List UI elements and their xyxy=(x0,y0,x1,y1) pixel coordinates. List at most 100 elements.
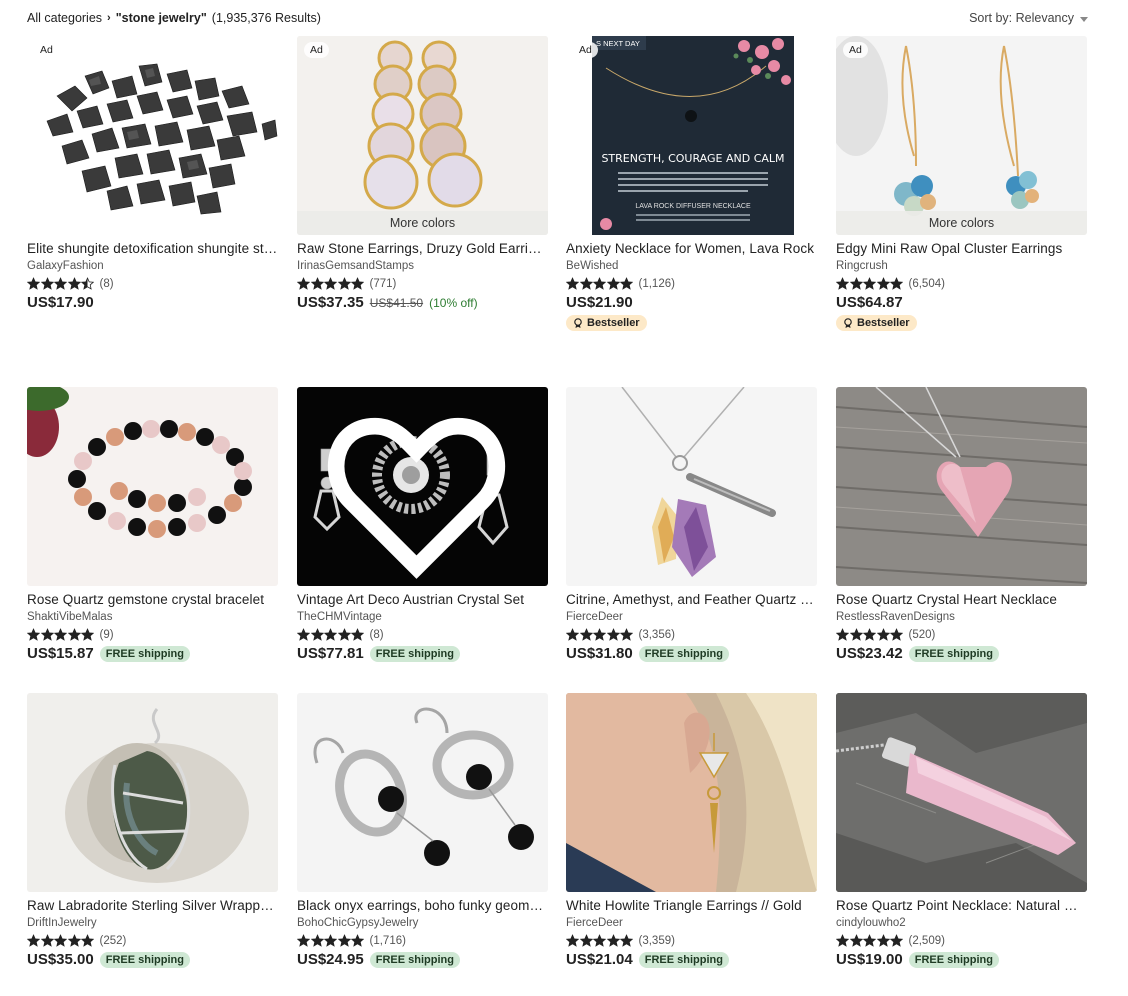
star-icon xyxy=(836,277,849,290)
listing-title[interactable]: Raw Labradorite Sterling Silver Wrapped … xyxy=(27,898,278,913)
star-icon xyxy=(310,934,324,947)
price: US$23.42 xyxy=(836,645,903,662)
onyx-earrings-image xyxy=(297,693,548,892)
review-count: (1,126) xyxy=(638,277,675,290)
listing-card[interactable]: Ad More colors Edgy Mini Raw Opal Cluste… xyxy=(836,36,1087,333)
result-count: (1,935,376 Results) xyxy=(211,11,321,25)
star-icon xyxy=(337,628,351,641)
shop-name[interactable]: cindylouwho2 xyxy=(836,917,1087,929)
favorite-heart-icon[interactable] xyxy=(297,393,542,586)
listing-title[interactable]: Black onyx earrings, boho funky geometri… xyxy=(297,898,548,913)
free-shipping-badge: FREE shipping xyxy=(99,951,190,968)
listing-image-howlite[interactable] xyxy=(566,693,817,892)
bestseller-badge: Bestseller xyxy=(836,315,917,331)
listing-card[interactable]: Black onyx earrings, boho funky geometri… xyxy=(297,693,548,968)
star-icon xyxy=(40,628,54,641)
shop-name[interactable]: BeWished xyxy=(566,260,817,272)
ad-badge: Ad xyxy=(304,42,329,58)
star-icon xyxy=(620,277,633,290)
results-header: All categories › "stone jewelry" (1,935,… xyxy=(27,9,1088,27)
star-icon xyxy=(593,934,606,947)
shop-name[interactable]: TheCHMVintage xyxy=(297,611,548,623)
more-colors-label[interactable]: More colors xyxy=(297,211,548,235)
listing-card[interactable]: Rose Quartz gemstone crystal bracelet Sh… xyxy=(27,387,278,662)
listing-title[interactable]: White Howlite Triangle Earrings // Gold xyxy=(566,898,817,913)
listing-image-quartz-point[interactable] xyxy=(836,693,1087,892)
listing-title[interactable]: Raw Stone Earrings, Druzy Gold Earrings xyxy=(297,241,548,256)
bead-bracelet-image xyxy=(27,387,278,586)
shop-name[interactable]: IrinasGemsandStamps xyxy=(297,260,548,272)
listing-image-shungite[interactable]: Ad xyxy=(27,36,278,235)
free-shipping-badge: FREE shipping xyxy=(99,645,190,662)
star-icon xyxy=(890,277,903,290)
star-icon xyxy=(849,934,863,947)
star-icon xyxy=(606,934,620,947)
listing-title[interactable]: Elite shungite detoxification shungite s… xyxy=(27,241,278,256)
sort-dropdown[interactable]: Sort by: Relevancy xyxy=(969,11,1088,25)
listing-card[interactable]: Vintage Art Deco Austrian Crystal Set Th… xyxy=(297,387,548,662)
shop-name[interactable]: Ringcrush xyxy=(836,260,1087,272)
shop-name[interactable]: RestlessRavenDesigns xyxy=(836,611,1087,623)
listing-image-artdeco[interactable] xyxy=(297,387,548,586)
howlite-earrings-image xyxy=(566,693,817,892)
crystal-feather-necklace-image xyxy=(566,387,817,586)
listing-image-lava[interactable]: S NEXT DAY STRENGTH, COURAGE AND CALM LA… xyxy=(566,36,817,235)
listing-title[interactable]: Vintage Art Deco Austrian Crystal Set xyxy=(297,592,548,607)
listing-title[interactable]: Rose Quartz Crystal Heart Necklace xyxy=(836,592,1087,607)
breadcrumb-all-categories[interactable]: All categories xyxy=(27,11,102,25)
shop-name[interactable]: FierceDeer xyxy=(566,611,817,623)
listing-image-opal[interactable]: Ad More colors xyxy=(836,36,1087,235)
shop-name[interactable]: ShaktiVibeMalas xyxy=(27,611,278,623)
price-row: US$21.90 xyxy=(566,294,817,311)
more-colors-label[interactable]: More colors xyxy=(836,211,1087,235)
listing-image-heart[interactable] xyxy=(836,387,1087,586)
listing-image-onyx[interactable] xyxy=(297,693,548,892)
star-icon xyxy=(337,934,351,947)
labradorite-pendant-image xyxy=(27,693,278,892)
listing-card[interactable]: S NEXT DAY STRENGTH, COURAGE AND CALM LA… xyxy=(566,36,817,333)
listing-card[interactable]: Citrine, Amethyst, and Feather Quartz Ne… xyxy=(566,387,817,662)
star-icon xyxy=(890,628,903,641)
discount-label: (10% off) xyxy=(429,295,478,310)
listing-image-citrine[interactable] xyxy=(566,387,817,586)
listing-card[interactable]: White Howlite Triangle Earrings // Gold … xyxy=(566,693,817,968)
rating: (1,126) xyxy=(566,277,817,290)
listing-title[interactable]: Anxiety Necklace for Women, Lava Rock xyxy=(566,241,817,256)
star-icon xyxy=(40,277,54,290)
price-row: US$19.00 FREE shipping xyxy=(836,951,1087,968)
star-icon xyxy=(81,277,94,290)
listing-image-labradorite[interactable] xyxy=(27,693,278,892)
review-count: (252) xyxy=(99,934,127,947)
listing-card[interactable]: Raw Labradorite Sterling Silver Wrapped … xyxy=(27,693,278,968)
shop-name[interactable]: FierceDeer xyxy=(566,917,817,929)
rating: (6,504) xyxy=(836,277,1087,290)
listing-card[interactable]: Ad More colors Raw Stone Earrings, Druzy… xyxy=(297,36,548,311)
listing-card[interactable]: Rose Quartz Crystal Heart Necklace Restl… xyxy=(836,387,1087,662)
star-icon xyxy=(67,277,81,290)
sort-label: Sort by: Relevancy xyxy=(969,11,1074,25)
listing-card[interactable]: Rose Quartz Point Necklace: Natural Crys… xyxy=(836,693,1087,968)
star-icon xyxy=(54,277,67,290)
rating: (9) xyxy=(27,628,278,641)
star-icon xyxy=(620,628,633,641)
star-icon xyxy=(876,277,890,290)
listing-title[interactable]: Rose Quartz Point Necklace: Natural Crys… xyxy=(836,898,1087,913)
shop-name[interactable]: BohoChicGypsyJewelry xyxy=(297,917,548,929)
star-icon xyxy=(337,277,351,290)
rating: (3,356) xyxy=(566,628,817,641)
listing-card[interactable]: Ad Elite shungite detoxification shungit… xyxy=(27,36,278,311)
shop-name[interactable]: DriftInJewelry xyxy=(27,917,278,929)
listing-title[interactable]: Citrine, Amethyst, and Feather Quartz Ne… xyxy=(566,592,817,607)
heart-necklace-image xyxy=(836,387,1087,586)
star-rating xyxy=(297,277,365,290)
shop-name[interactable]: GalaxyFashion xyxy=(27,260,278,272)
listing-title[interactable]: Rose Quartz gemstone crystal bracelet xyxy=(27,592,278,607)
rating: (1,716) xyxy=(297,934,548,947)
card-product-text: LAVA ROCK DIFFUSER NECKLACE xyxy=(635,203,751,210)
listing-image-druzy[interactable]: Ad More colors xyxy=(297,36,548,235)
listing-title[interactable]: Edgy Mini Raw Opal Cluster Earrings xyxy=(836,241,1087,256)
star-icon xyxy=(566,277,579,290)
chevron-right-icon: › xyxy=(107,12,111,24)
star-rating xyxy=(566,277,634,290)
listing-image-bracelet[interactable] xyxy=(27,387,278,586)
